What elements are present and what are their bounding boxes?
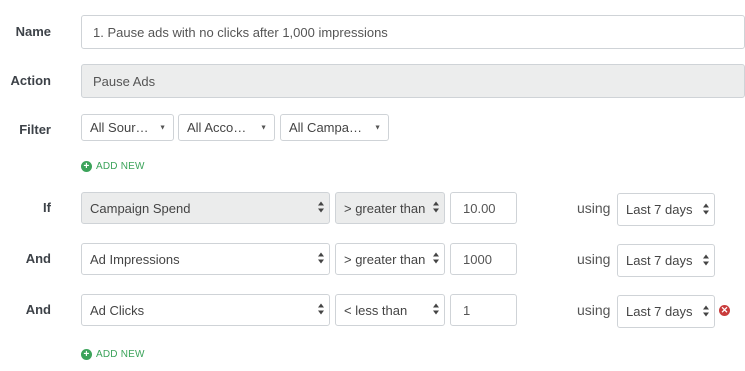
condition-period-select[interactable]: Last 7 days: [617, 295, 715, 328]
condition-value-input[interactable]: 1: [450, 294, 517, 326]
conditions-add-new-link[interactable]: + ADD NEW: [81, 349, 145, 360]
updown-arrows-icon: [702, 203, 710, 216]
name-label: Name: [15, 24, 51, 39]
condition-operator-select[interactable]: > greater than: [335, 192, 445, 224]
condition-label: And: [25, 302, 51, 317]
updown-arrows-icon: [702, 254, 710, 267]
caret-down-icon: ▼: [260, 124, 267, 131]
condition-period-select[interactable]: Last 7 days: [617, 244, 715, 277]
updown-arrows-icon: [432, 303, 440, 317]
plus-circle-icon: +: [81, 349, 92, 360]
filter-campaign-select[interactable]: All Campa… ▼: [280, 114, 389, 141]
updown-arrows-icon: [317, 252, 325, 266]
filter-add-new-link[interactable]: + ADD NEW: [81, 161, 145, 172]
condition-label: If: [43, 200, 51, 215]
condition-operator-value: < less than: [344, 302, 408, 318]
using-label: using: [577, 200, 611, 216]
plus-circle-icon: +: [81, 161, 92, 172]
condition-metric-value: Ad Clicks: [90, 302, 145, 318]
filter-label: Filter: [19, 122, 51, 137]
caret-down-icon: ▼: [159, 124, 166, 131]
condition-label: And: [25, 251, 51, 266]
condition-period-value: Last 7 days: [626, 202, 693, 217]
condition-operator-value: > greater than: [344, 251, 426, 267]
filter-add-new-label: ADD NEW: [96, 161, 145, 172]
condition-period-select[interactable]: Last 7 days: [617, 193, 715, 226]
updown-arrows-icon: [702, 305, 710, 318]
using-label: using: [577, 251, 611, 267]
conditions-add-new-label: ADD NEW: [96, 349, 145, 360]
condition-operator-select[interactable]: > greater than: [335, 243, 445, 275]
condition-metric-value: Campaign Spend: [90, 200, 191, 216]
condition-value-text: 1000: [463, 251, 492, 267]
action-field: Pause Ads: [81, 64, 745, 98]
name-input-value: 1. Pause ads with no clicks after 1,000 …: [93, 24, 388, 40]
action-field-value: Pause Ads: [93, 73, 156, 89]
condition-period-value: Last 7 days: [626, 304, 693, 319]
condition-value-text: 10.00: [463, 200, 496, 216]
condition-value-text: 1: [463, 302, 471, 318]
action-label: Action: [10, 73, 51, 88]
condition-metric-select[interactable]: Ad Clicks: [81, 294, 330, 326]
condition-operator-value: > greater than: [344, 200, 426, 216]
using-label: using: [577, 302, 611, 318]
remove-circle-icon[interactable]: ✕: [719, 305, 730, 316]
condition-metric-select[interactable]: Ad Impressions: [81, 243, 330, 275]
updown-arrows-icon: [432, 201, 440, 215]
condition-value-input[interactable]: 1000: [450, 243, 517, 275]
filter-source-select[interactable]: All Sour… ▼: [81, 114, 174, 141]
name-input[interactable]: 1. Pause ads with no clicks after 1,000 …: [81, 15, 745, 49]
filter-account-select[interactable]: All Acco… ▼: [178, 114, 275, 141]
updown-arrows-icon: [432, 252, 440, 266]
updown-arrows-icon: [317, 303, 325, 317]
condition-value-input[interactable]: 10.00: [450, 192, 517, 224]
condition-period-value: Last 7 days: [626, 253, 693, 268]
condition-metric-value: Ad Impressions: [90, 251, 180, 267]
condition-operator-select[interactable]: < less than: [335, 294, 445, 326]
caret-down-icon: ▼: [374, 124, 381, 131]
condition-metric-select[interactable]: Campaign Spend: [81, 192, 330, 224]
updown-arrows-icon: [317, 201, 325, 215]
